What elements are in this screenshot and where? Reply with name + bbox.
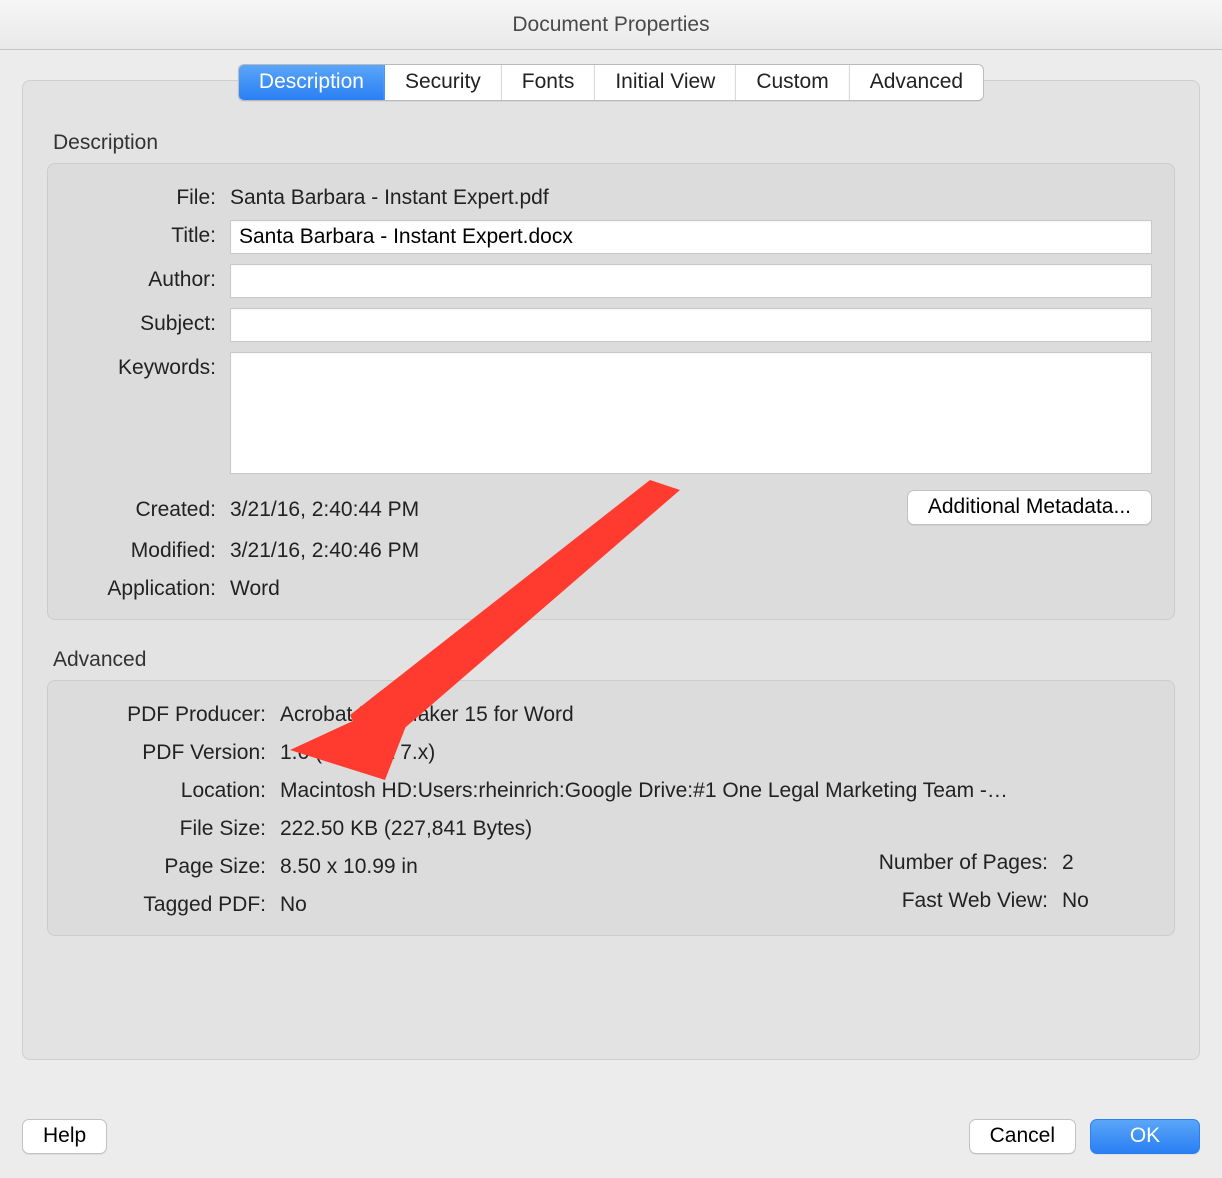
group-description: File: Santa Barbara - Instant Expert.pdf… <box>47 163 1175 620</box>
label-location: Location: <box>70 775 280 803</box>
label-application: Application: <box>70 573 230 601</box>
label-file-size: File Size: <box>70 813 280 841</box>
window-title: Document Properties <box>0 0 1222 50</box>
ok-button[interactable]: OK <box>1090 1119 1200 1154</box>
label-file: File: <box>70 182 230 210</box>
value-file: Santa Barbara - Instant Expert.pdf <box>230 182 1152 210</box>
value-fast-web: No <box>1062 889 1152 917</box>
tab-description[interactable]: Description <box>239 65 385 100</box>
input-author[interactable] <box>230 264 1152 298</box>
value-modified: 3/21/16, 2:40:46 PM <box>230 535 1152 563</box>
label-author: Author: <box>70 264 230 292</box>
panel: Description File: Santa Barbara - Instan… <box>22 80 1200 1060</box>
value-file-size: 222.50 KB (227,841 Bytes) <box>280 813 1152 841</box>
value-pdf-producer: Acrobat PDFMaker 15 for Word <box>280 699 1152 727</box>
label-created: Created: <box>70 494 230 522</box>
label-page-size: Page Size: <box>70 851 280 879</box>
additional-metadata-button[interactable]: Additional Metadata... <box>907 490 1152 525</box>
value-page-size: 8.50 x 10.99 in <box>280 851 802 879</box>
value-location: Macintosh HD:Users:rheinrich:Google Driv… <box>280 775 1152 803</box>
value-created: 3/21/16, 2:40:44 PM <box>230 494 907 522</box>
label-subject: Subject: <box>70 308 230 336</box>
label-title: Title: <box>70 220 230 248</box>
value-application: Word <box>230 573 1152 601</box>
input-keywords[interactable] <box>230 352 1152 474</box>
tab-fonts[interactable]: Fonts <box>502 65 596 100</box>
input-subject[interactable] <box>230 308 1152 342</box>
value-pdf-version: 1.6 (Acrobat 7.x) <box>280 737 1152 765</box>
tab-initial-view[interactable]: Initial View <box>595 65 736 100</box>
value-tagged-pdf: No <box>280 889 802 917</box>
input-title[interactable] <box>230 220 1152 254</box>
label-fast-web: Fast Web View: <box>802 889 1062 917</box>
label-modified: Modified: <box>70 535 230 563</box>
group-label-advanced: Advanced <box>53 648 1175 672</box>
cancel-button[interactable]: Cancel <box>969 1119 1076 1154</box>
value-num-pages: 2 <box>1062 851 1152 879</box>
tab-security[interactable]: Security <box>385 65 502 100</box>
tab-custom[interactable]: Custom <box>736 65 849 100</box>
group-label-description: Description <box>53 131 1175 155</box>
group-advanced: PDF Producer: Acrobat PDFMaker 15 for Wo… <box>47 680 1175 936</box>
label-pdf-version: PDF Version: <box>70 737 280 765</box>
label-pdf-producer: PDF Producer: <box>70 699 280 727</box>
tab-advanced[interactable]: Advanced <box>850 65 983 100</box>
help-button[interactable]: Help <box>22 1119 107 1154</box>
label-num-pages: Number of Pages: <box>802 851 1062 879</box>
tab-bar: Description Security Fonts Initial View … <box>238 64 984 101</box>
label-tagged-pdf: Tagged PDF: <box>70 889 280 917</box>
label-keywords: Keywords: <box>70 352 230 380</box>
